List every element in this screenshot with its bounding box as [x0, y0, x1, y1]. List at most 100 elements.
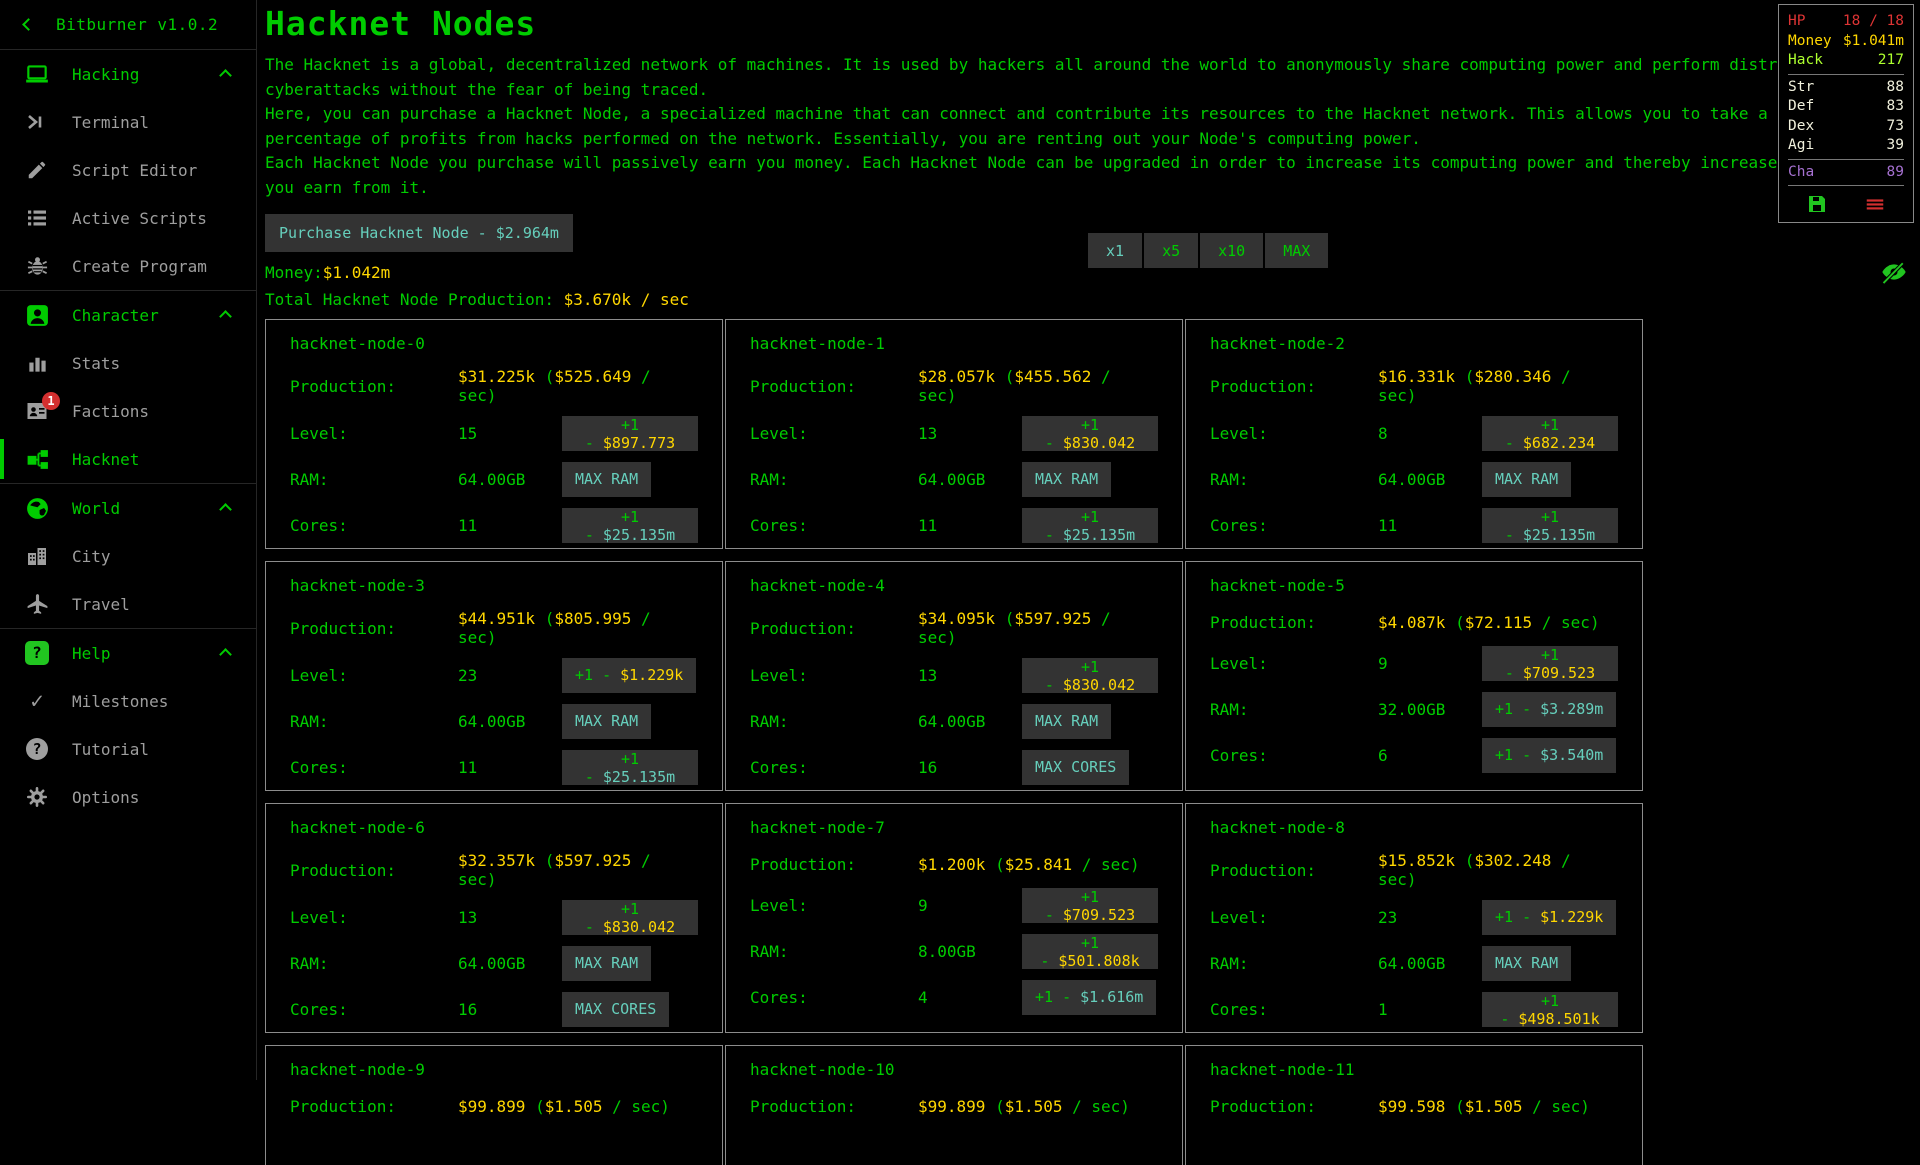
level-row: Level: 13 +1 -$830.042	[290, 897, 698, 937]
collapse-sidebar-button[interactable]	[0, 20, 56, 29]
sidebar-item-help[interactable]: Help	[0, 629, 256, 677]
cores-value: 16	[918, 758, 1022, 777]
upgrade-cores-button[interactable]: MAX CORES	[562, 992, 669, 1027]
sidebar-item-stats[interactable]: Stats	[0, 339, 256, 387]
kill-scripts-icon[interactable]	[1862, 193, 1888, 215]
upgrade-cores-button[interactable]: +1 -$1.616m	[1022, 980, 1156, 1015]
multiplier-x1-button[interactable]: x1	[1088, 233, 1142, 268]
upgrade-ram-button[interactable]: MAX RAM	[1482, 946, 1571, 981]
upgrade-level-button[interactable]: +1 -$830.042	[562, 900, 698, 935]
production-value: $31.225k ($525.649 / sec)	[458, 367, 698, 405]
multiplier-x5-button[interactable]: x5	[1144, 233, 1198, 268]
chevron-up-icon	[221, 306, 230, 325]
sidebar-item-world[interactable]: World	[0, 484, 256, 532]
upgrade-ram-button[interactable]: +1 -$501.808k	[1022, 934, 1158, 969]
upgrade-level-button[interactable]: +1 -$897.773	[562, 416, 698, 451]
intro-line: cyberattacks without the fear of being t…	[265, 78, 1920, 103]
upgrade-cores-button[interactable]: +1 -$25.135m	[562, 508, 698, 543]
purchase-hacknet-node-button[interactable]: Purchase Hacknet Node - $2.964m	[265, 214, 573, 252]
production-value: $34.095k ($597.925 / sec)	[918, 609, 1158, 647]
hide-overview-eye-icon[interactable]	[1878, 258, 1910, 290]
sidebar-item-label: Tutorial	[72, 740, 149, 759]
ram-label: RAM:	[750, 712, 918, 731]
cores-value: 11	[458, 758, 562, 777]
upgrade-level-button[interactable]: +1 -$682.234	[1482, 416, 1618, 451]
upgrade-cores-button[interactable]: +1 -$25.135m	[1022, 508, 1158, 543]
intro-line: percentage of profits from hacks perform…	[265, 127, 1920, 152]
node-name: hacknet-node-6	[290, 818, 698, 837]
level-value: 9	[918, 896, 1022, 915]
sidebar-item-city[interactable]: City	[0, 532, 256, 580]
upgrade-level-button[interactable]: +1 -$830.042	[1022, 658, 1158, 693]
sidebar-item-create-program[interactable]: Create Program	[0, 242, 256, 290]
upgrade-level-button[interactable]: +1 -$830.042	[1022, 416, 1158, 451]
upgrade-level-button[interactable]: +1 -$1.229k	[562, 658, 696, 693]
factions-notification-badge: 1	[42, 392, 60, 410]
intro-line: Each Hacknet Node you purchase will pass…	[265, 151, 1920, 176]
ram-label: RAM:	[750, 942, 918, 961]
upgrade-cores-button[interactable]: +1 -$3.540m	[1482, 738, 1616, 773]
upgrade-cores-button[interactable]: +1 -$25.135m	[1482, 508, 1618, 543]
hacknet-node-card: hacknet-node-0 Production: $31.225k ($52…	[265, 319, 723, 549]
ram-value: 64.00GB	[458, 712, 562, 731]
upgrade-ram-button[interactable]: +1 -$3.289m	[1482, 692, 1616, 727]
hacknet-node-card: hacknet-node-9 Production: $99.899 ($1.5…	[265, 1045, 723, 1165]
production-row: Production: $32.357k ($597.925 / sec)	[290, 851, 698, 889]
bug-icon	[22, 255, 52, 278]
node-name: hacknet-node-7	[750, 818, 1158, 837]
multiplier-max-button[interactable]: MAX	[1265, 233, 1328, 268]
upgrade-ram-button[interactable]: MAX RAM	[562, 946, 651, 981]
sidebar-item-travel[interactable]: Travel	[0, 580, 256, 628]
hacknet-node-grid: hacknet-node-0 Production: $31.225k ($52…	[265, 319, 1920, 1033]
upgrade-ram-button[interactable]: MAX RAM	[562, 704, 651, 739]
sidebar-item-tutorial[interactable]: Tutorial	[0, 725, 256, 773]
upgrade-cores-button[interactable]: MAX CORES	[1022, 750, 1129, 785]
globe-icon	[22, 496, 52, 521]
sidebar-item-milestones[interactable]: Milestones	[0, 677, 256, 725]
sidebar-item-label: World	[72, 499, 120, 518]
person-icon	[22, 303, 52, 328]
save-icon[interactable]	[1805, 192, 1829, 216]
level-row: Level: 8 +1 -$682.234	[1210, 413, 1618, 453]
upgrade-level-button[interactable]: +1 -$709.523	[1482, 646, 1618, 681]
sidebar-item-character[interactable]: Character	[0, 291, 256, 339]
ram-row: RAM: 64.00GB MAX RAM	[290, 459, 698, 499]
hp-row: HP18 / 18	[1788, 12, 1904, 32]
node-name: hacknet-node-10	[750, 1060, 1158, 1079]
upgrade-level-button[interactable]: +1 -$709.523	[1022, 888, 1158, 923]
level-row: Level: 9 +1 -$709.523	[750, 885, 1158, 925]
upgrade-level-button[interactable]: +1 -$1.229k	[1482, 900, 1616, 935]
upgrade-ram-button[interactable]: MAX RAM	[1022, 704, 1111, 739]
upgrade-cores-button[interactable]: +1 -$25.135m	[562, 750, 698, 785]
sidebar-item-label: Script Editor	[72, 161, 197, 180]
multiplier-x10-button[interactable]: x10	[1200, 233, 1263, 268]
upgrade-ram-button[interactable]: MAX RAM	[1022, 462, 1111, 497]
money-value: $1.042m	[323, 263, 390, 282]
cores-label: Cores:	[1210, 516, 1378, 535]
level-value: 8	[1378, 424, 1482, 443]
sidebar-item-label: Stats	[72, 354, 120, 373]
sidebar-item-hacking[interactable]: Hacking	[0, 50, 256, 98]
sidebar-item-factions[interactable]: 1 Factions	[0, 387, 256, 435]
dex-row: Dex73	[1788, 117, 1904, 137]
production-value: $44.951k ($805.995 / sec)	[458, 609, 698, 647]
hack-row: Hack217	[1788, 51, 1904, 71]
sidebar-item-active-scripts[interactable]: Active Scripts	[0, 194, 256, 242]
node-name: hacknet-node-4	[750, 576, 1158, 595]
sidebar-item-options[interactable]: Options	[0, 773, 256, 821]
ram-label: RAM:	[290, 712, 458, 731]
ram-value: 64.00GB	[1378, 470, 1482, 489]
sidebar-item-script-editor[interactable]: Script Editor	[0, 146, 256, 194]
character-overview-panel: HP18 / 18 Money$1.041m Hack217 Str88 Def…	[1778, 4, 1914, 223]
intro-line: Here, you can purchase a Hacknet Node, a…	[265, 102, 1920, 127]
cores-label: Cores:	[1210, 1000, 1378, 1019]
production-label: Production:	[750, 619, 918, 638]
cores-label: Cores:	[1210, 746, 1378, 765]
upgrade-ram-button[interactable]: MAX RAM	[1482, 462, 1571, 497]
cores-row: Cores: 11 +1 -$25.135m	[290, 505, 698, 545]
sidebar-item-terminal[interactable]: Terminal	[0, 98, 256, 146]
upgrade-ram-button[interactable]: MAX RAM	[562, 462, 651, 497]
upgrade-cores-button[interactable]: +1 -$498.501k	[1482, 992, 1618, 1027]
cha-row: Cha89	[1788, 163, 1904, 183]
sidebar-item-hacknet[interactable]: Hacknet	[0, 435, 256, 483]
